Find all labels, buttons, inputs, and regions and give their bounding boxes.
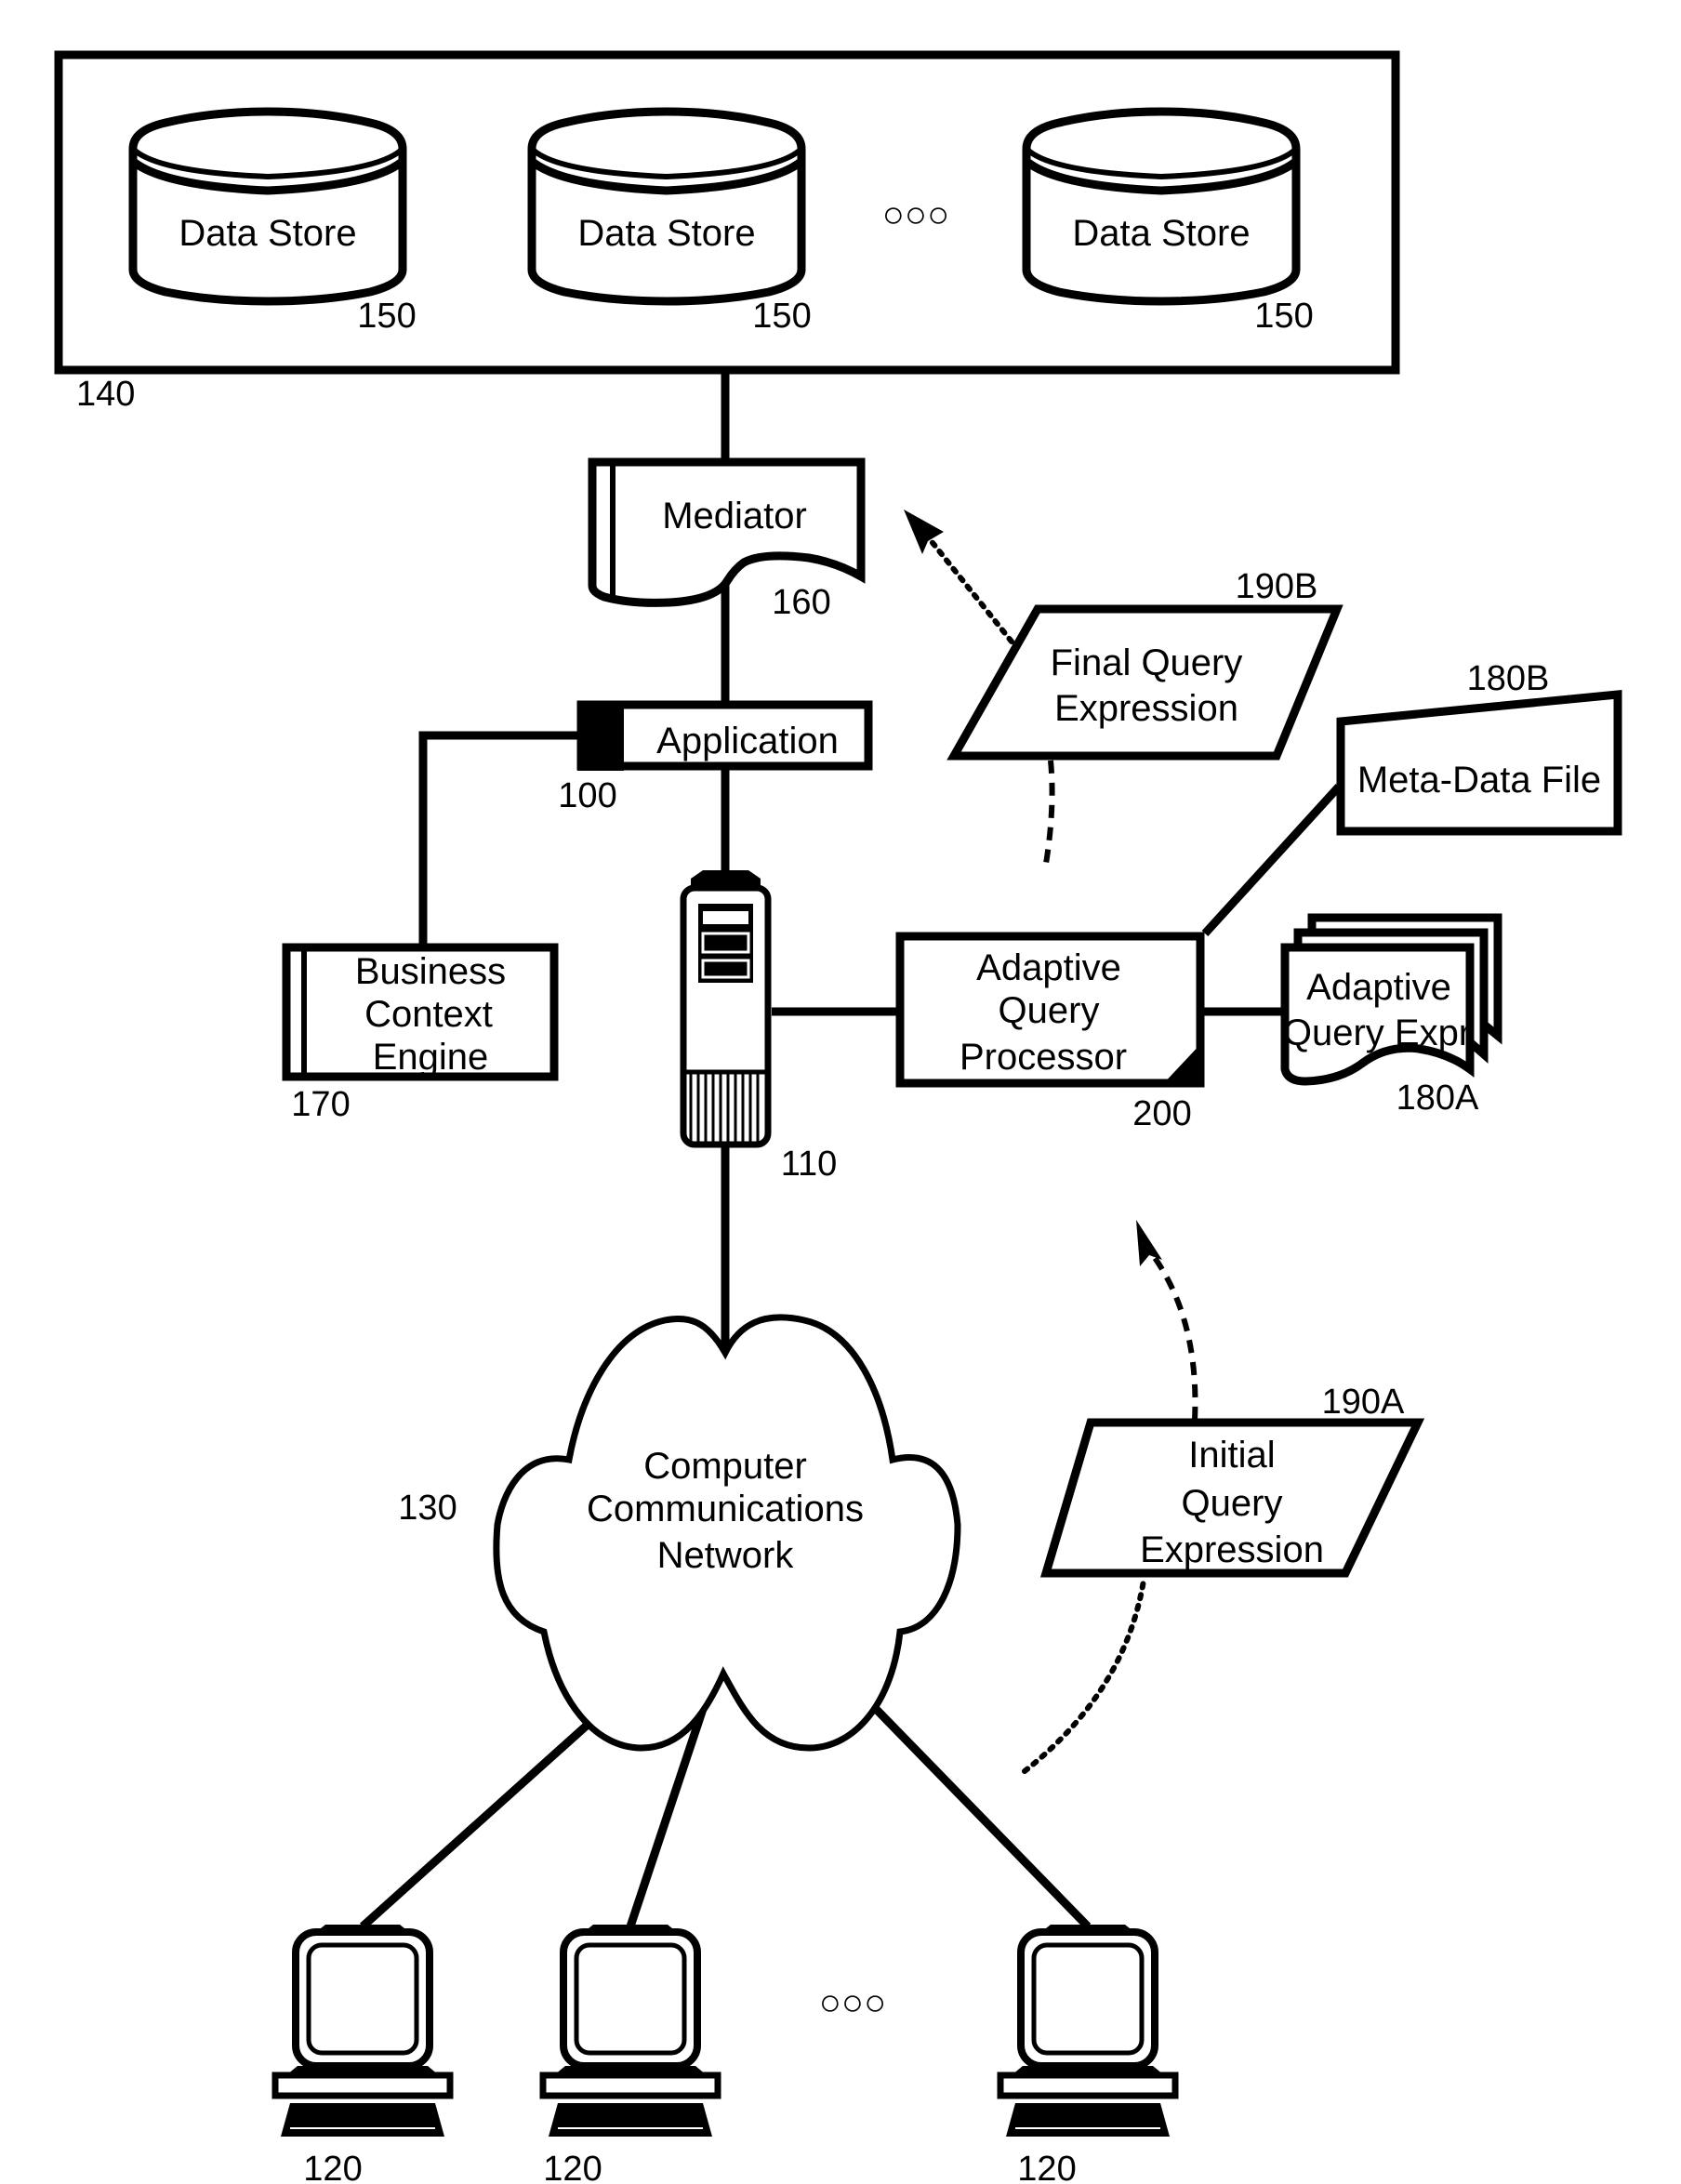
final-query-label-line-2: Expression xyxy=(1054,688,1238,729)
data-store-ref: 150 xyxy=(752,297,811,336)
application-bar-icon xyxy=(577,701,624,771)
aqp-label-line-2: Query xyxy=(999,990,1100,1031)
meta-data-file[interactable]: Meta-Data File 180B xyxy=(1336,659,1622,836)
database-icon xyxy=(1022,107,1301,306)
client-computer-2[interactable]: 120 xyxy=(539,1925,721,2184)
final-query-ref: 190B xyxy=(1236,567,1318,606)
data-store-ref: 150 xyxy=(357,297,416,336)
ellipsis-data-stores: ○○○ xyxy=(882,194,949,235)
meta-data-file-ref: 180B xyxy=(1467,659,1550,698)
application-ref: 100 xyxy=(558,776,616,815)
final-query-expression[interactable]: Final Query Expression 190B xyxy=(904,510,1343,870)
initial-query-label-line-2: Query xyxy=(1182,1483,1283,1524)
aqp-ref: 200 xyxy=(1132,1094,1191,1133)
arrowhead-icon xyxy=(904,510,944,554)
dotted-arrow-to-mediator xyxy=(927,536,1014,644)
dashed-connector-from-aqp xyxy=(1042,760,1055,870)
bce-label-line-1: Business xyxy=(355,951,506,992)
dashed-arrow-to-server xyxy=(1150,1253,1198,1421)
storage-group-ref: 140 xyxy=(76,375,135,414)
client-ref: 120 xyxy=(543,2150,602,2184)
aqe-label-line-2: Query Expr xyxy=(1283,1013,1471,1053)
computer-icon xyxy=(271,1925,454,2137)
mediator-label: Mediator xyxy=(662,496,807,536)
final-query-label-line-1: Final Query xyxy=(1051,642,1243,683)
server-top-icon xyxy=(691,870,761,885)
dotted-arrow-from-clients xyxy=(1022,1578,1146,1774)
computer-communications-network[interactable]: Computer Communications Network 130 xyxy=(398,1314,961,1752)
business-context-engine[interactable]: Business Context Engine 170 xyxy=(282,943,559,1124)
client-computer-1[interactable]: 120 xyxy=(271,1925,454,2184)
client-ref: 120 xyxy=(1017,2150,1076,2184)
ellipsis-clients: ○○○ xyxy=(819,1982,886,2023)
server[interactable]: 110 xyxy=(680,870,838,1184)
data-store-ref: 150 xyxy=(1254,297,1313,336)
aqp-label-line-3: Processor xyxy=(960,1037,1127,1078)
computer-icon xyxy=(539,1925,721,2137)
storage-group: 140 Data Store 150 Data Store 150 ○○○ Da… xyxy=(54,50,1400,414)
network-label-line-3: Network xyxy=(657,1535,795,1576)
application[interactable]: Application 100 xyxy=(558,700,873,815)
database-icon xyxy=(527,107,806,306)
initial-query-ref: 190A xyxy=(1322,1383,1405,1422)
meta-data-file-label: Meta-Data File xyxy=(1357,760,1601,801)
initial-query-label-line-1: Initial xyxy=(1188,1435,1275,1476)
database-icon xyxy=(128,107,407,306)
client-ref: 120 xyxy=(303,2150,362,2184)
data-store-label: Data Store xyxy=(179,213,356,254)
initial-query-label-line-3: Expression xyxy=(1140,1529,1324,1570)
network-ref: 130 xyxy=(398,1489,457,1528)
bce-ref: 170 xyxy=(291,1085,350,1124)
connector-application-bce xyxy=(418,731,577,945)
aqe-ref: 180A xyxy=(1396,1079,1479,1118)
computer-icon xyxy=(997,1925,1179,2137)
client-computer-3[interactable]: 120 xyxy=(997,1925,1179,2184)
aqp-label-line-1: Adaptive xyxy=(976,947,1121,988)
data-store-label: Data Store xyxy=(577,213,755,254)
mediator-ref: 160 xyxy=(772,583,830,622)
connector-aqp-metadata xyxy=(1201,783,1343,937)
system-diagram: 140 Data Store 150 Data Store 150 ○○○ Da… xyxy=(54,50,1622,2184)
network-label-line-2: Communications xyxy=(587,1489,864,1529)
connector-network-client-3 xyxy=(838,1670,1092,1930)
bce-label-line-2: Context xyxy=(364,994,493,1035)
adaptive-query-expr[interactable]: Adaptive Query Expr 180A xyxy=(1280,913,1502,1118)
initial-query-expression[interactable]: Initial Query Expression 190A xyxy=(1022,1220,1425,1774)
data-store-label: Data Store xyxy=(1072,213,1250,254)
application-label: Application xyxy=(656,721,839,761)
server-ref: 110 xyxy=(781,1145,838,1184)
cloud-icon xyxy=(493,1314,961,1752)
adaptive-query-processor[interactable]: Adaptive Query Processor 200 xyxy=(895,932,1205,1133)
aqe-label-line-1: Adaptive xyxy=(1306,967,1451,1008)
bce-label-line-3: Engine xyxy=(373,1037,489,1078)
network-label-line-1: Computer xyxy=(643,1446,807,1487)
